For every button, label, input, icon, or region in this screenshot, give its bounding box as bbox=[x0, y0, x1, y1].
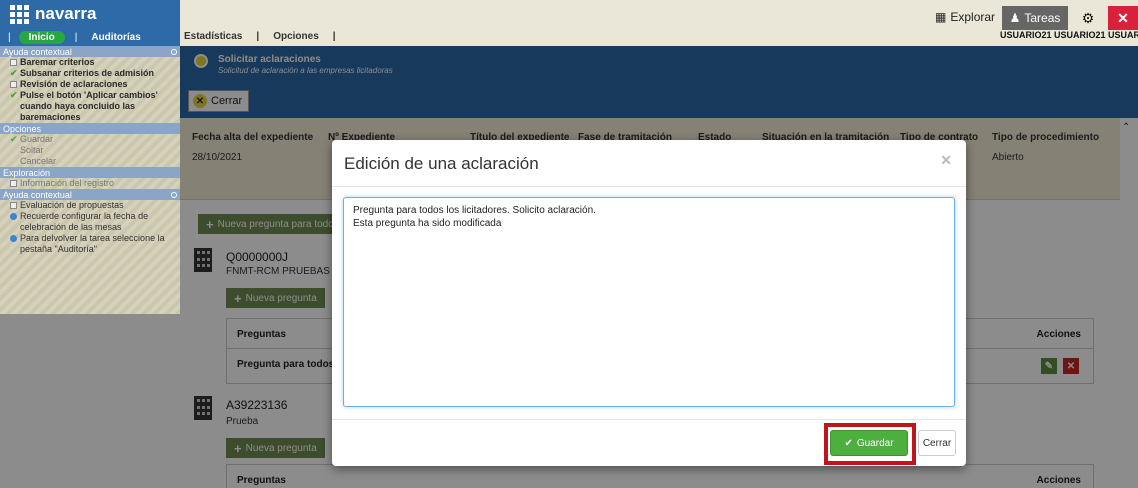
nav-estadisticas[interactable]: Estadísticas bbox=[184, 31, 242, 42]
main-nav: | Inicio | Auditorías bbox=[8, 30, 141, 44]
logo-area: navarra | Inicio | Auditorías bbox=[0, 0, 180, 46]
guardar-button[interactable]: ✔ Guardar bbox=[830, 430, 908, 456]
item-icon bbox=[10, 81, 17, 88]
option-soltar[interactable]: Soltar bbox=[0, 145, 180, 156]
info-icon bbox=[10, 213, 17, 220]
divider bbox=[332, 419, 966, 420]
nav-auditorias[interactable]: Auditorías bbox=[91, 32, 140, 43]
section-ayuda-contextual[interactable]: Ayuda contextual bbox=[0, 46, 180, 57]
divider bbox=[332, 186, 966, 187]
gear-icon: ⚙ bbox=[1081, 9, 1095, 26]
users-icon: ♟ bbox=[1009, 11, 1021, 25]
document-icon bbox=[10, 180, 17, 187]
item-icon bbox=[10, 202, 17, 209]
section-ayuda-contextual-2[interactable]: Ayuda contextual bbox=[0, 189, 180, 200]
help-item[interactable]: Recuerde configurar la fecha de celebrac… bbox=[0, 211, 180, 233]
tareas-button[interactable]: ♟ Tareas bbox=[1002, 6, 1068, 30]
collapse-icon[interactable] bbox=[171, 191, 177, 198]
logo-text: navarra bbox=[35, 4, 97, 23]
navarra-logo[interactable]: navarra bbox=[10, 4, 96, 24]
help-item[interactable]: ✔ Pulse el botón 'Aplicar cambios' cuando… bbox=[0, 90, 180, 123]
cerrar-button[interactable]: Cerrar bbox=[918, 430, 956, 456]
info-registro[interactable]: Información del registro bbox=[0, 178, 180, 189]
help-item[interactable]: Revisión de aclaraciones bbox=[0, 79, 180, 90]
clarification-textarea[interactable]: Pregunta para todos los licitadores. Sol… bbox=[343, 197, 955, 407]
help-item[interactable]: ✔ Subsanar criterios de admisión bbox=[0, 68, 180, 79]
collapse-icon[interactable] bbox=[171, 48, 177, 55]
close-icon: ✕ bbox=[1117, 9, 1129, 26]
secondary-nav: Estadísticas | Opciones | bbox=[184, 31, 336, 42]
grid-logo-icon bbox=[10, 4, 29, 24]
help-item[interactable]: Evaluación de propuestas bbox=[0, 200, 180, 211]
info-icon bbox=[10, 235, 17, 242]
modal-title: Edición de una aclaración bbox=[344, 154, 539, 173]
check-icon: ✔ bbox=[10, 68, 18, 78]
check-icon: ✔ bbox=[844, 437, 853, 449]
section-exploracion[interactable]: Exploración bbox=[0, 167, 180, 178]
settings-button[interactable]: ⚙ bbox=[1074, 6, 1102, 30]
nav-opciones[interactable]: Opciones bbox=[273, 31, 319, 42]
check-icon: ✔ bbox=[10, 90, 18, 100]
explorar-button[interactable]: ▦ Explorar bbox=[935, 10, 995, 24]
option-guardar[interactable]: ✔ Guardar bbox=[0, 134, 180, 145]
top-header: navarra | Inicio | Auditorías Estadístic… bbox=[0, 0, 1138, 46]
item-icon bbox=[10, 59, 17, 66]
user-name: USUARIO21 USUARIO21 USUARIO21 bbox=[1000, 30, 1138, 40]
modal-backdrop-side bbox=[0, 314, 180, 488]
logout-button[interactable]: ✕ bbox=[1108, 6, 1138, 30]
table-icon: ▦ bbox=[935, 10, 947, 24]
option-cancelar[interactable]: Cancelar bbox=[0, 156, 180, 167]
nav-inicio[interactable]: Inicio bbox=[18, 30, 65, 44]
help-item[interactable]: Para delvolver la tarea seleccione la pe… bbox=[0, 233, 180, 255]
section-opciones[interactable]: Opciones bbox=[0, 123, 180, 134]
help-item[interactable]: Baremar criterios bbox=[0, 57, 180, 68]
edit-clarification-modal: Edición de una aclaración ✕ Pregunta par… bbox=[332, 140, 966, 466]
save-icon: ✔ bbox=[10, 134, 18, 144]
modal-close-icon[interactable]: ✕ bbox=[940, 152, 952, 169]
sidebar: Ayuda contextual Baremar criterios ✔ Subs… bbox=[0, 46, 180, 314]
